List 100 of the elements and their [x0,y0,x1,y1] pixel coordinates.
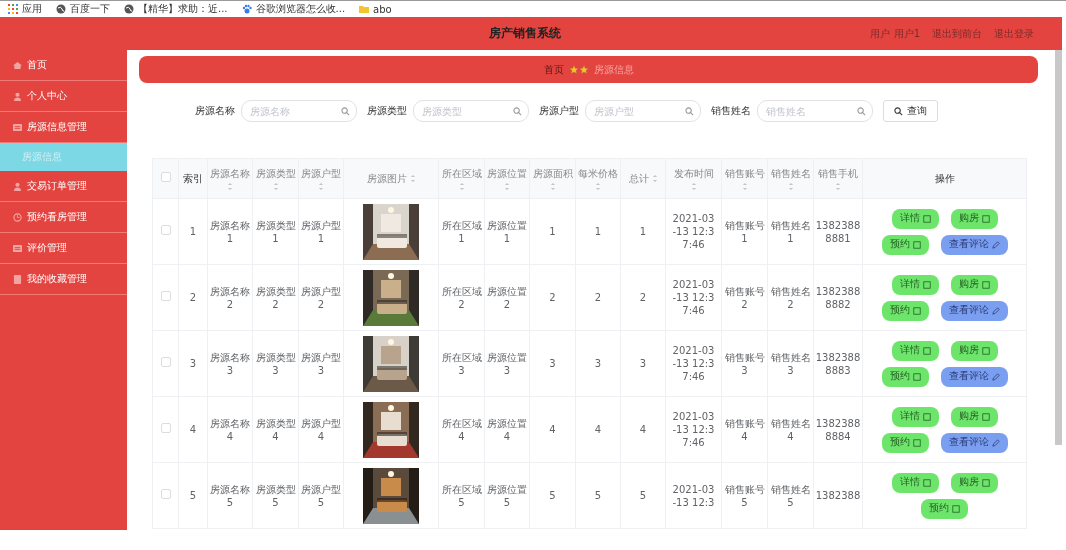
pen-icon [991,240,1000,249]
row-checkbox[interactable] [160,291,171,301]
bookmark-link[interactable]: 【精华】求助：近... [138,2,228,16]
table-cell: 销售账号 3 [721,330,768,397]
column-header: 房源位置 [487,168,527,179]
column-header: 索引 [183,173,203,184]
square-icon [922,412,931,421]
search-button[interactable]: 查询 [883,100,938,122]
comments-button[interactable]: 查看评论 [940,300,1008,321]
table-cell: 3 [620,330,666,397]
table-cell: 销售账号 1 [721,198,768,265]
action-button[interactable]: 购房 [950,472,998,493]
table-cell: 3 [575,330,621,397]
sort-icon [787,183,794,190]
square-icon [981,412,990,421]
sidebar-item[interactable]: 首页 [0,50,127,81]
list-icon [13,243,22,253]
row-checkbox[interactable] [160,225,171,235]
breadcrumb-current: 房源信息 [593,62,634,77]
table-cell: 4 [529,396,576,463]
table-cell: 房源位置 3 [484,330,530,397]
sidebar-item[interactable]: 评价管理 [0,233,127,264]
action-button[interactable]: 购房 [950,208,998,229]
breadcrumb-link[interactable]: 首页 [543,62,564,77]
comments-button[interactable]: 查看评论 [940,366,1008,387]
action-button[interactable]: 详情 [891,274,939,295]
column-header: 房源户型 [301,168,341,179]
folder-icon [359,4,370,14]
table-cell: 房源名称 1 [207,198,253,265]
sidebar-label: 预约看房管理 [27,210,87,224]
sort-icon [549,183,556,190]
table-cell: 房源类型 4 [252,396,299,463]
row-checkbox[interactable] [160,357,171,367]
globe-icon [56,4,66,14]
column-header: 总计 [628,173,649,184]
table-cell: 房源户型 4 [298,396,344,463]
clock-icon [13,212,22,222]
sidebar-item[interactable]: 预约看房管理 [0,202,127,233]
table-cell: 2021-03 -13 12:3 7:46 [665,330,722,397]
table-cell: 房源位置 4 [484,396,530,463]
table-cell: 1382388 8883 [813,330,863,397]
row-checkbox[interactable] [160,423,171,433]
column-header: 所在区域 [441,168,482,179]
search-icon [341,107,350,116]
sort-icon [227,183,233,190]
table-cell: 房源户型 3 [298,330,344,397]
action-button[interactable]: 购房 [950,406,998,427]
action-button[interactable]: 购房 [950,274,998,295]
table-cell: 2021-03 -13 12:3 7:46 [665,198,722,265]
table-cell: 2 [620,264,666,331]
sidebar-label: 我的收藏管理 [27,272,87,286]
square-icon [922,478,931,487]
table-cell: 5 [178,462,208,529]
table-cell: 5 [529,462,576,529]
table-cell: 2 [575,264,621,331]
sort-icon [690,183,697,190]
table-cell: 销售姓名 1 [767,198,814,265]
sort-icon [651,175,658,182]
table-cell: 2021-03 -13 12:3 [665,462,722,529]
table-cell: 1 [620,198,666,265]
sidebar-label: 个人中心 [27,89,67,103]
sidebar-label: 评价管理 [27,241,67,255]
table-cell: 3 [529,330,576,397]
table-cell: 销售账号 5 [721,462,768,529]
table-cell: 房源名称 5 [207,462,253,529]
action-button[interactable]: 详情 [891,472,939,493]
sidebar-item[interactable]: 我的收藏管理 [0,264,127,295]
action-button[interactable]: 预约 [881,300,929,321]
table-cell: 房源户型 1 [298,198,344,265]
action-button[interactable]: 预约 [921,498,968,519]
sidebar-item[interactable]: 个人中心 [0,81,127,112]
comments-button[interactable]: 查看评论 [940,432,1008,453]
column-header: 房源名称 [210,168,250,179]
bookmark-link[interactable]: abo [373,3,392,15]
select-all-checkbox[interactable] [160,172,171,182]
column-header: 房源面积 [532,168,573,179]
scrollbar[interactable] [1055,50,1062,445]
action-button[interactable]: 详情 [891,208,939,229]
bookmark-link[interactable]: 谷歌浏览器怎么收... [255,2,346,16]
row-checkbox[interactable] [160,489,171,499]
table-cell: 销售姓名 2 [767,264,814,331]
table-cell: 销售姓名 5 [767,462,814,529]
sort-icon [741,183,748,190]
bookmark-link[interactable]: 百度一下 [70,2,110,16]
action-button[interactable]: 预约 [881,432,929,453]
action-button[interactable]: 预约 [881,366,929,387]
table-cell: 所在区域 3 [438,330,485,397]
globe-icon [124,4,134,14]
sidebar-item[interactable]: 交易订单管理 [0,171,127,202]
paw-icon [241,4,252,14]
action-button[interactable]: 详情 [891,406,939,427]
action-button[interactable]: 购房 [950,340,998,361]
list-icon [13,122,22,132]
bookmark-link[interactable]: 应用 [22,2,42,16]
action-button[interactable]: 详情 [891,340,939,361]
action-button[interactable]: 预约 [881,234,929,255]
table-cell: 所在区域 2 [438,264,485,331]
field-label: 房源户型 [539,104,579,118]
table-cell: 4 [620,396,666,463]
comments-button[interactable]: 查看评论 [940,234,1008,255]
